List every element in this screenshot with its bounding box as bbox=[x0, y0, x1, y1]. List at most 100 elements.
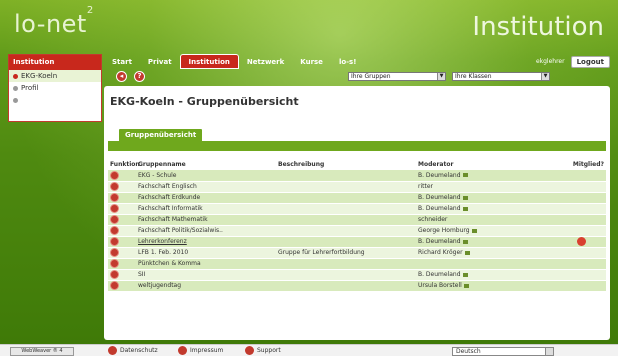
member-cell bbox=[540, 258, 606, 270]
group-name: weltjugendtag bbox=[138, 282, 182, 289]
column-header: Gruppenname bbox=[138, 161, 186, 168]
username: ekglehrer bbox=[535, 58, 565, 65]
group-name: Pünktchen & Komma bbox=[138, 260, 201, 267]
group-name-cell: Fachschaft Erdkunde bbox=[136, 192, 276, 204]
main-panel: EKG-Koeln - Gruppenübersicht Gruppenüber… bbox=[104, 86, 610, 340]
description-cell bbox=[276, 236, 416, 248]
function-cell bbox=[108, 203, 136, 215]
back-icon[interactable]: ◂ bbox=[116, 71, 127, 82]
group-function-icon[interactable] bbox=[110, 170, 119, 180]
group-function-icon[interactable] bbox=[110, 182, 119, 191]
moderator-cell: ritter bbox=[416, 181, 540, 193]
info-icon bbox=[178, 346, 187, 355]
table-row[interactable]: Fachschaft Englisch ritter bbox=[108, 181, 606, 193]
table-row[interactable]: Lehrerkonferenz B. Deumeland bbox=[108, 236, 606, 248]
sidebar-item-label: EKG-Koeln bbox=[21, 72, 58, 80]
group-name-cell[interactable]: Lehrerkonferenz bbox=[136, 236, 276, 248]
table-row[interactable]: Pünktchen & Komma bbox=[108, 258, 606, 270]
logout-button[interactable]: Logout bbox=[570, 55, 610, 68]
tab-institution[interactable]: Institution bbox=[179, 54, 239, 69]
sidebar-item-ekg-koeln[interactable]: EKG-Koeln bbox=[9, 70, 101, 82]
subtab-bar bbox=[108, 141, 606, 151]
chevron-down-icon bbox=[545, 348, 553, 355]
table-row[interactable]: EKG - Schule B. Deumeland bbox=[108, 170, 606, 182]
language-select-value: Deutsch bbox=[456, 348, 481, 355]
toolbar: ◂ ? Ihre Gruppen ▼ Ihre Klassen ▼ bbox=[104, 70, 610, 84]
member-cell bbox=[540, 214, 606, 226]
tab-privat[interactable]: Privat bbox=[140, 54, 180, 69]
footer-link-support[interactable]: Support bbox=[245, 346, 281, 355]
moderator-name: Ursula Borstell bbox=[418, 282, 462, 289]
tab-gruppenuebersicht[interactable]: Gruppenübersicht bbox=[118, 128, 204, 142]
tab-kurse[interactable]: Kurse bbox=[292, 54, 331, 69]
moderator-cell: B. Deumeland bbox=[416, 269, 540, 281]
group-name-cell: SII bbox=[136, 269, 276, 281]
sidebar-item-empty[interactable] bbox=[9, 94, 101, 106]
table-row[interactable]: SII B. Deumeland bbox=[108, 269, 606, 281]
group-name: Fachschaft Mathematik bbox=[138, 216, 208, 223]
moderator-name: George Homburg bbox=[418, 227, 470, 234]
group-function-icon[interactable] bbox=[110, 248, 119, 257]
webweaver-badge[interactable]: WebWeaver ® 4 bbox=[10, 347, 74, 356]
description-cell: Gruppe für Lehrerfortbildung bbox=[276, 247, 416, 259]
group-name: Fachschaft Politik/Sozialwis.. bbox=[138, 227, 223, 234]
chevron-down-icon: ▼ bbox=[541, 73, 549, 80]
table-row[interactable]: Fachschaft Erdkunde B. Deumeland bbox=[108, 192, 606, 204]
function-cell bbox=[108, 247, 136, 259]
description-cell bbox=[276, 280, 416, 292]
lock-icon bbox=[464, 250, 470, 255]
group-function-icon[interactable] bbox=[110, 281, 119, 290]
footer-link-datenschutz[interactable]: Datenschutz bbox=[108, 346, 158, 355]
logo[interactable]: lo-net2 bbox=[14, 5, 94, 38]
moderator-cell: B. Deumeland bbox=[416, 170, 540, 182]
table-row[interactable]: LFB 1. Feb. 2010 Gruppe für Lehrerfortbil… bbox=[108, 247, 606, 259]
description-cell bbox=[276, 214, 416, 226]
sidebar-item-profil[interactable]: Profil bbox=[9, 82, 101, 94]
tab-lo-s[interactable]: lo-s! bbox=[331, 54, 364, 69]
group-function-icon[interactable] bbox=[110, 215, 119, 224]
group-name: SII bbox=[138, 271, 146, 278]
group-name: Fachschaft Informatik bbox=[138, 205, 203, 212]
function-cell bbox=[108, 181, 136, 193]
lock-icon bbox=[462, 195, 468, 200]
classes-select[interactable]: Ihre Klassen ▼ bbox=[452, 72, 550, 81]
group-function-icon[interactable] bbox=[110, 259, 119, 268]
group-name-cell: Fachschaft Mathematik bbox=[136, 214, 276, 226]
member-status-icon[interactable] bbox=[577, 237, 586, 246]
moderator-cell: Ursula Borstell bbox=[416, 280, 540, 292]
group-name-cell: Pünktchen & Komma bbox=[136, 258, 276, 270]
lock-icon bbox=[462, 206, 468, 211]
language-select[interactable]: Deutsch bbox=[452, 347, 554, 356]
lock-icon bbox=[462, 239, 468, 244]
support-icon bbox=[245, 346, 254, 355]
tab-netzwerk[interactable]: Netzwerk bbox=[239, 54, 292, 69]
group-function-icon[interactable] bbox=[110, 226, 119, 235]
column-header: Beschreibung bbox=[278, 161, 325, 168]
group-function-icon[interactable] bbox=[110, 204, 119, 213]
moderator-name: ritter bbox=[418, 183, 433, 190]
group-function-icon[interactable] bbox=[110, 237, 119, 246]
groups-select[interactable]: Ihre Gruppen ▼ bbox=[348, 72, 446, 81]
help-icon[interactable]: ? bbox=[134, 71, 145, 82]
function-cell bbox=[108, 225, 136, 237]
group-name-cell: Fachschaft Englisch bbox=[136, 181, 276, 193]
table-row[interactable]: Fachschaft Informatik B. Deumeland bbox=[108, 203, 606, 215]
function-cell bbox=[108, 280, 136, 292]
table-row[interactable]: weltjugendtag Ursula Borstell bbox=[108, 280, 606, 292]
table-row[interactable]: Fachschaft Politik/Sozialwis.. George Hom… bbox=[108, 225, 606, 237]
column-header: Moderator bbox=[418, 161, 454, 168]
footer-link-label: Impressum bbox=[190, 347, 224, 354]
table-row[interactable]: Fachschaft Mathematik schneider bbox=[108, 214, 606, 226]
description-cell bbox=[276, 192, 416, 204]
group-name-cell: EKG - Schule bbox=[136, 170, 276, 182]
footer-link-impressum[interactable]: Impressum bbox=[178, 346, 223, 355]
member-cell bbox=[540, 192, 606, 204]
group-name-link[interactable]: Lehrerkonferenz bbox=[138, 238, 187, 245]
classes-select-value: Ihre Klassen bbox=[455, 73, 492, 80]
group-function-icon[interactable] bbox=[110, 193, 119, 202]
description-cell bbox=[276, 203, 416, 215]
group-function-icon[interactable] bbox=[110, 270, 119, 279]
footer-link-label: Support bbox=[257, 347, 281, 354]
description-cell bbox=[276, 258, 416, 270]
tab-start[interactable]: Start bbox=[104, 54, 140, 69]
